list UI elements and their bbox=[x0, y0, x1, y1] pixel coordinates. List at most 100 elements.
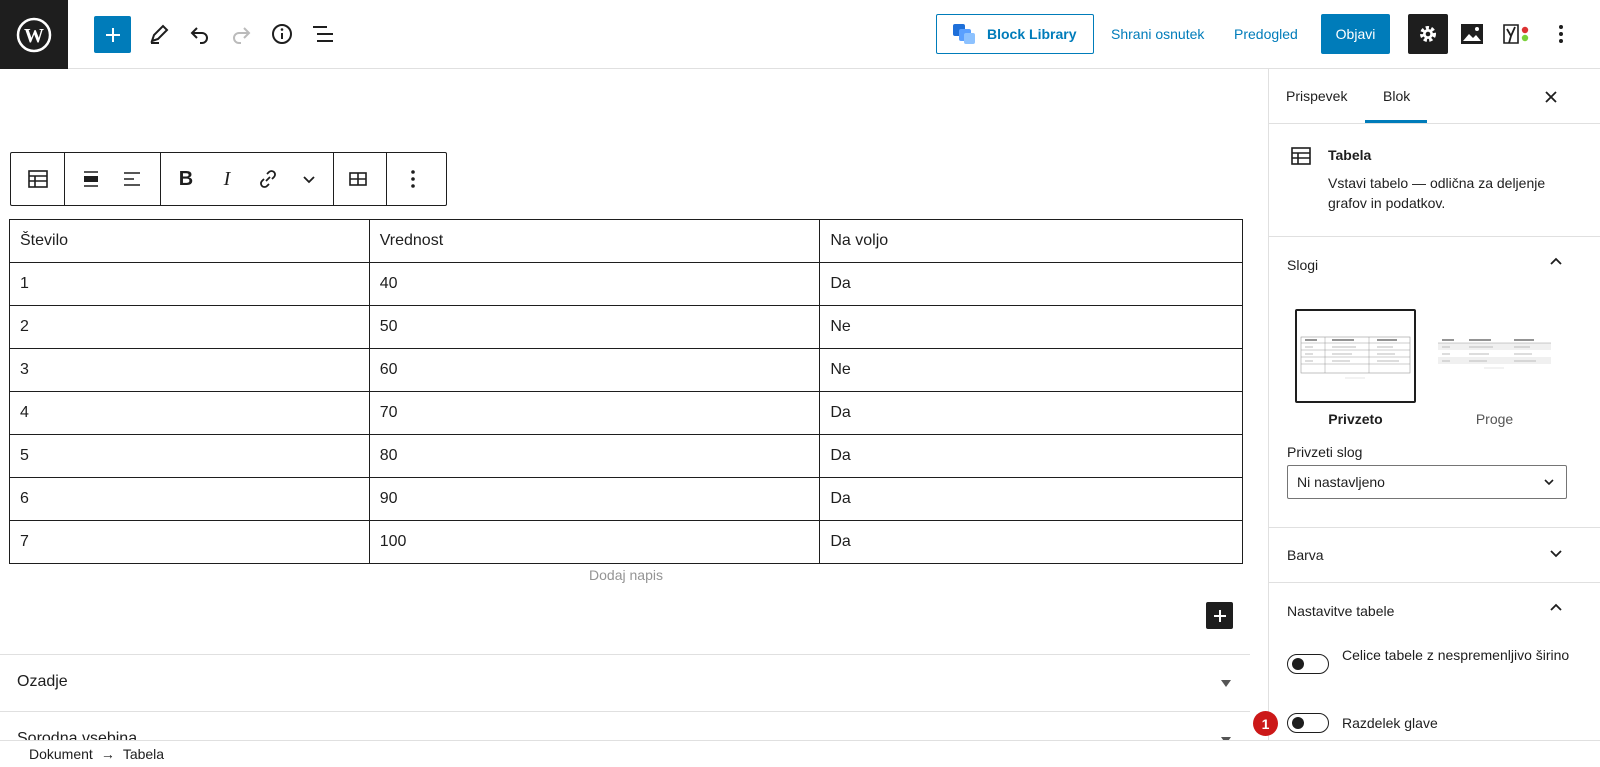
meta-box-title: Ozadje bbox=[17, 673, 68, 690]
style-option-default[interactable] bbox=[1295, 309, 1416, 403]
table-row: 7 100 Da bbox=[9, 520, 1243, 564]
table-cell[interactable]: 2 bbox=[9, 305, 370, 349]
text-align-left-icon[interactable] bbox=[115, 162, 149, 196]
publish-button[interactable]: Objavi bbox=[1321, 14, 1390, 54]
table-header-row: Število Vrednost Na voljo bbox=[9, 219, 1243, 263]
block-card-description: Vstavi tabelo — odlična za deljenje graf… bbox=[1328, 175, 1546, 211]
breadcrumb-document[interactable]: Dokument bbox=[29, 746, 93, 762]
table-cell[interactable]: 60 bbox=[368, 348, 821, 392]
meta-box-ozadje[interactable]: Ozadje bbox=[0, 654, 1250, 711]
chevron-up-icon[interactable] bbox=[1546, 598, 1566, 618]
table-cell[interactable]: Vrednost bbox=[368, 219, 821, 263]
more-formatting-chevron-down-icon[interactable] bbox=[292, 162, 326, 196]
fixed-width-toggle-label: Celice tabele z nespremenljivo širino bbox=[1342, 647, 1570, 663]
default-style-value: Ni nastavljeno bbox=[1297, 474, 1385, 490]
table-cell[interactable]: Da bbox=[819, 520, 1243, 564]
toolbar-divider bbox=[386, 153, 387, 205]
table-row: 6 90 Da bbox=[9, 477, 1243, 521]
table-settings-panel-title[interactable]: Nastavitve tabele bbox=[1287, 603, 1394, 619]
table-block-icon[interactable] bbox=[21, 162, 55, 196]
redo-icon[interactable] bbox=[223, 16, 259, 52]
toolbar-divider bbox=[160, 153, 161, 205]
details-info-icon[interactable] bbox=[264, 16, 300, 52]
chevron-up-icon[interactable] bbox=[1546, 252, 1566, 272]
table-cell[interactable]: Da bbox=[819, 477, 1243, 521]
breadcrumb-table[interactable]: Tabela bbox=[123, 746, 164, 762]
yoast-seo-icon[interactable] bbox=[1498, 16, 1534, 52]
svg-text:W: W bbox=[24, 25, 44, 47]
table-cell[interactable]: 6 bbox=[9, 477, 370, 521]
table-cell[interactable]: 40 bbox=[368, 262, 821, 306]
save-draft-button[interactable]: Shrani osnutek bbox=[1111, 26, 1204, 42]
chevron-down-icon[interactable] bbox=[1546, 543, 1566, 563]
table-row: 1 40 Da bbox=[9, 262, 1243, 306]
align-icon[interactable] bbox=[74, 162, 108, 196]
table-cell[interactable]: 7 bbox=[9, 520, 370, 564]
table-cell[interactable]: Ne bbox=[819, 348, 1243, 392]
table-cell[interactable]: Da bbox=[819, 262, 1243, 306]
table-row: 4 70 Da bbox=[9, 391, 1243, 435]
chevron-down-icon bbox=[1544, 479, 1554, 486]
table-cell[interactable]: Da bbox=[819, 391, 1243, 435]
table-caption-placeholder[interactable]: Dodaj napis bbox=[9, 567, 1243, 583]
breadcrumb: Dokument → Tabela bbox=[0, 740, 1600, 767]
list-view-icon[interactable] bbox=[305, 16, 341, 52]
table-cell[interactable]: 80 bbox=[368, 434, 821, 478]
expand-triangle-icon[interactable] bbox=[1221, 680, 1231, 687]
table-cell[interactable]: Na voljo bbox=[819, 219, 1243, 263]
block-toolbar: B I bbox=[10, 152, 447, 206]
style-option-stripes-label[interactable]: Proge bbox=[1434, 411, 1555, 427]
table-cell[interactable]: 50 bbox=[368, 305, 821, 349]
edit-table-icon[interactable] bbox=[341, 162, 375, 196]
more-options-icon[interactable] bbox=[1545, 16, 1577, 52]
default-style-preview-icon bbox=[1300, 336, 1411, 379]
breadcrumb-arrow-icon: → bbox=[100, 746, 115, 762]
table-cell[interactable]: 100 bbox=[368, 520, 821, 564]
step-number-badge: 1 bbox=[1253, 711, 1278, 736]
table-block-icon bbox=[1289, 144, 1313, 168]
toolbar-divider bbox=[333, 153, 334, 205]
table-cell[interactable]: 3 bbox=[9, 348, 370, 392]
table-block[interactable]: Število Vrednost Na voljo 1 40 Da 2 50 Ne 3 60 Ne 4 7… bbox=[9, 219, 1243, 564]
meta-box-sorodna-vsebina[interactable]: Sorodna vsebina bbox=[0, 711, 1250, 741]
table-cell[interactable]: 1 bbox=[9, 262, 370, 306]
table-cell[interactable]: 4 bbox=[9, 391, 370, 435]
table-cell[interactable]: Število bbox=[9, 219, 370, 263]
undo-icon[interactable] bbox=[182, 16, 218, 52]
block-library-label: Block Library bbox=[987, 26, 1077, 42]
inline-add-block-button[interactable] bbox=[1206, 602, 1233, 629]
block-library-button[interactable]: Block Library bbox=[936, 14, 1094, 54]
toolbar-divider bbox=[64, 153, 65, 205]
table-cell[interactable]: Da bbox=[819, 434, 1243, 478]
tab-block[interactable]: Blok bbox=[1383, 88, 1410, 104]
table-cell[interactable]: 70 bbox=[368, 391, 821, 435]
settings-gear-icon[interactable] bbox=[1408, 14, 1448, 54]
table-cell[interactable]: Ne bbox=[819, 305, 1243, 349]
styles-panel-title[interactable]: Slogi bbox=[1287, 257, 1318, 273]
header-section-toggle-label: Razdelek glave bbox=[1342, 715, 1438, 731]
preview-button[interactable]: Predogled bbox=[1234, 26, 1298, 42]
bold-icon[interactable]: B bbox=[169, 162, 203, 196]
add-block-button[interactable] bbox=[94, 16, 131, 53]
featured-image-icon[interactable] bbox=[1454, 16, 1490, 52]
link-icon[interactable] bbox=[251, 162, 285, 196]
close-sidebar-icon[interactable] bbox=[1539, 85, 1563, 109]
table-row: 5 80 Da bbox=[9, 434, 1243, 478]
stripes-style-preview-icon bbox=[1438, 339, 1551, 369]
table-cell[interactable]: 5 bbox=[9, 434, 370, 478]
table-cell[interactable]: 90 bbox=[368, 477, 821, 521]
default-style-select[interactable]: Ni nastavljeno bbox=[1287, 465, 1567, 499]
edit-pencil-icon[interactable] bbox=[141, 16, 177, 52]
wordpress-logo-icon[interactable]: W bbox=[0, 0, 68, 69]
header-section-toggle[interactable] bbox=[1287, 713, 1329, 733]
color-panel-title[interactable]: Barva bbox=[1287, 547, 1324, 563]
editor-header: W Block Library Shrani osnutek Predogled… bbox=[0, 0, 1600, 69]
tab-post[interactable]: Prispevek bbox=[1286, 88, 1347, 104]
fixed-width-toggle[interactable] bbox=[1287, 654, 1329, 674]
settings-sidebar: Prispevek Blok Tabela Vstavi tabelo — od… bbox=[1268, 69, 1600, 740]
italic-icon[interactable]: I bbox=[210, 162, 244, 196]
block-options-icon[interactable] bbox=[396, 162, 430, 196]
style-option-default-label[interactable]: Privzeto bbox=[1295, 411, 1416, 427]
style-option-stripes[interactable] bbox=[1434, 311, 1555, 405]
table-row: 3 60 Ne bbox=[9, 348, 1243, 392]
